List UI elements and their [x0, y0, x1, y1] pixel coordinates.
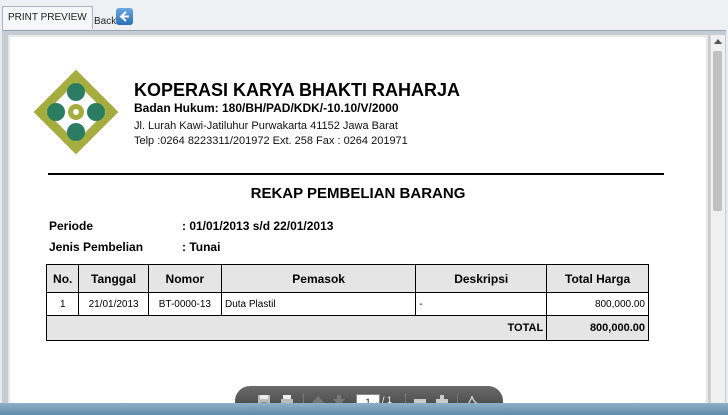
cell-total-harga: 800,000.00	[546, 292, 649, 316]
table-total-row: TOTAL 800,000.00	[45, 315, 649, 341]
company-address: Jl. Lurah Kawi-Jatiluhur Purwakarta 4115…	[134, 120, 398, 132]
table-row: 1 21/01/2013 BT-0000-13 Duta Plastil - 8…	[45, 292, 649, 316]
company-name: KOPERASI KARYA BHAKTI RAHARJA	[134, 80, 461, 100]
cell-deskripsi: -	[415, 292, 548, 316]
total-label: TOTAL	[45, 315, 548, 341]
cell-tanggal: 21/01/2013	[78, 292, 149, 316]
page-number-input[interactable]: 1	[356, 394, 380, 403]
table-header-row: No. Tanggal Nomor Pemasok Deskripsi Tota…	[45, 264, 649, 293]
back-arrow-icon[interactable]	[116, 8, 133, 25]
print-icon[interactable]	[280, 394, 294, 403]
col-no: No.	[45, 264, 80, 293]
period-label: Periode	[49, 219, 94, 233]
tab-bar: PRINT PREVIEW Back	[0, 0, 728, 30]
zoom-out-icon[interactable]	[413, 394, 427, 403]
cell-nomor: BT-0000-13	[147, 292, 222, 316]
bottom-bar	[0, 403, 728, 415]
save-icon[interactable]	[257, 394, 271, 403]
header-divider	[48, 173, 664, 175]
report-title: REKAP PEMBELIAN BARANG	[250, 185, 466, 202]
period-value: : 01/01/2013 s/d 22/01/2013	[182, 219, 334, 233]
page-down-icon[interactable]	[332, 394, 346, 403]
badan-hukum: Badan Hukum: 180/BH/PAD/KDK/-10.10/V/200…	[134, 101, 399, 115]
purchase-type-value: : Tunai	[182, 240, 221, 254]
purchase-type-label: Jenis Pembelian	[49, 240, 144, 254]
back-label[interactable]: Back	[94, 16, 116, 27]
col-total-harga: Total Harga	[546, 264, 649, 293]
col-pemasok: Pemasok	[220, 264, 417, 293]
col-deskripsi: Deskripsi	[415, 264, 548, 293]
koperasi-logo	[33, 69, 119, 155]
vertical-scrollbar[interactable]	[710, 35, 725, 403]
preview-frame: KOPERASI KARYA BHAKTI RAHARJA Badan Huku…	[2, 30, 726, 403]
pdf-viewport[interactable]: KOPERASI KARYA BHAKTI RAHARJA Badan Huku…	[8, 35, 708, 403]
purchase-table: No. Tanggal Nomor Pemasok Deskripsi Tota…	[45, 264, 649, 341]
cell-pemasok: Duta Plastil	[220, 292, 417, 316]
page-total: / 1	[382, 395, 393, 403]
company-phone: Telp :0264 8223311/201972 Ext. 258 Fax :…	[134, 135, 408, 147]
scroll-up-icon[interactable]	[714, 39, 722, 44]
toolbar-separator	[405, 393, 406, 403]
scroll-thumb[interactable]	[713, 51, 722, 211]
page-up-icon[interactable]	[311, 394, 325, 403]
tab-print-preview[interactable]: PRINT PREVIEW	[2, 6, 93, 29]
toolbar-separator	[457, 393, 458, 403]
pdf-toolbar: 1 / 1	[235, 386, 503, 403]
cell-no: 1	[45, 292, 80, 316]
zoom-in-icon[interactable]	[435, 394, 449, 403]
toolbar-separator	[303, 393, 304, 403]
report-page: KOPERASI KARYA BHAKTI RAHARJA Badan Huku…	[10, 37, 706, 403]
total-value: 800,000.00	[546, 315, 649, 341]
col-tanggal: Tanggal	[78, 264, 149, 293]
acrobat-icon[interactable]	[465, 394, 479, 403]
col-nomor: Nomor	[147, 264, 222, 293]
